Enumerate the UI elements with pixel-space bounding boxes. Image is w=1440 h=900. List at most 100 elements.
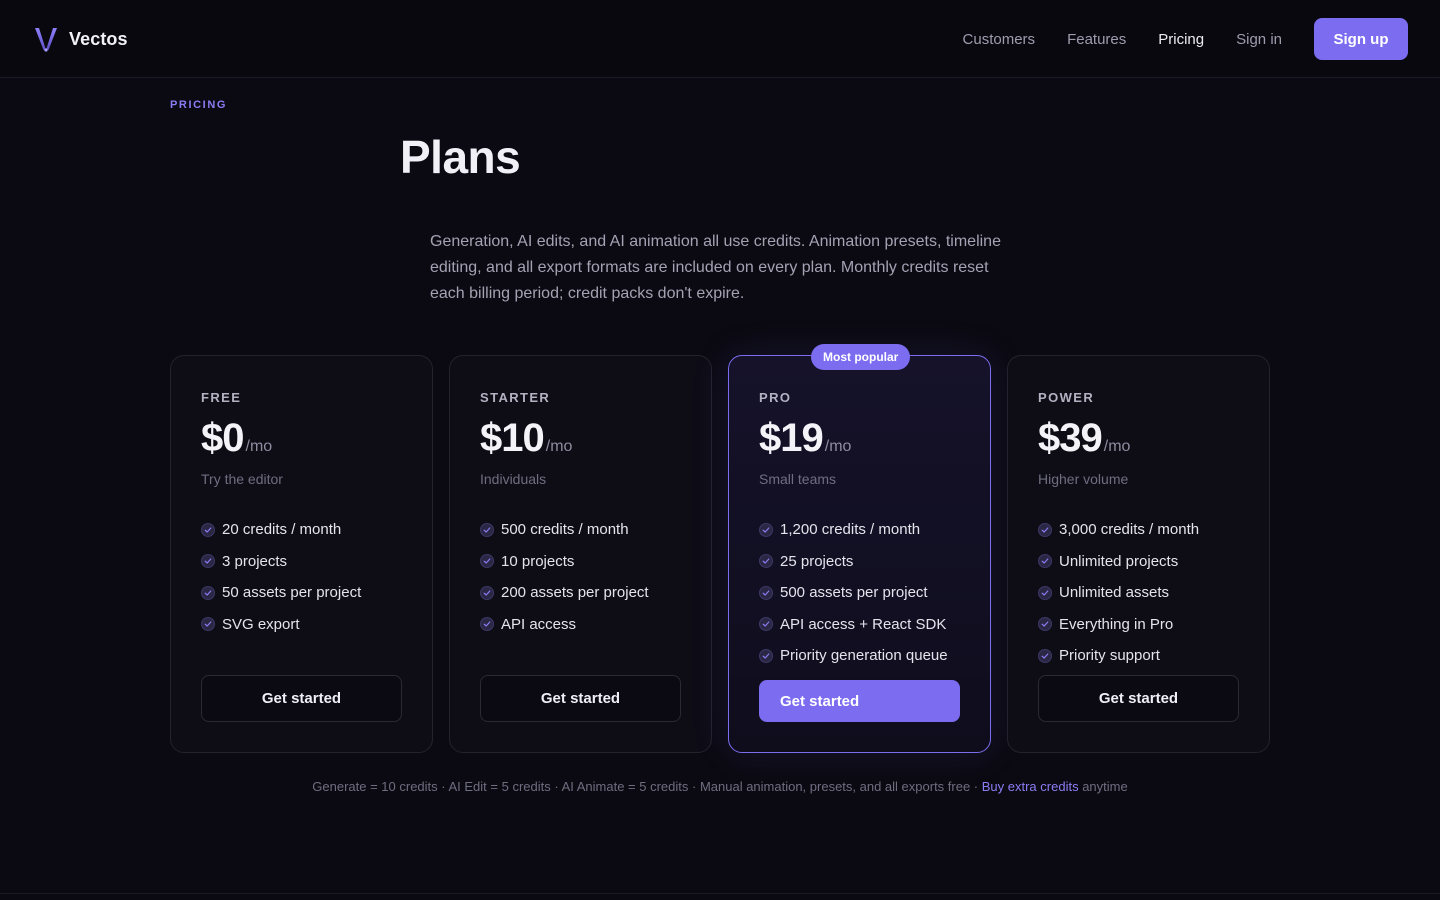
get-started-button-pro[interactable]: Get started: [759, 680, 960, 722]
plan-price-row: $10 /mo: [480, 416, 572, 461]
feature-text: Priority support: [1059, 647, 1160, 665]
plan-feature-list: 3,000 credits / month Unlimited projects…: [1038, 514, 1199, 672]
plan-period: /mo: [545, 438, 573, 455]
plan-tagline: Try the editor: [201, 471, 283, 487]
plan-name: PRO: [759, 390, 792, 405]
check-circle-icon: [1038, 648, 1052, 663]
feature-item: 500 assets per project: [759, 577, 948, 609]
plan-name: POWER: [1038, 390, 1095, 405]
feature-text: 3,000 credits / month: [1059, 521, 1200, 539]
plan-price-row: $19 /mo: [759, 416, 851, 461]
buy-extra-credits-link[interactable]: Buy extra credits: [982, 779, 1079, 794]
check-circle-icon: [759, 554, 773, 569]
plan-price-row: $39 /mo: [1038, 416, 1130, 461]
feature-item: 3 projects: [201, 546, 361, 578]
feature-item: 25 projects: [759, 546, 948, 578]
feature-text: Everything in Pro: [1059, 615, 1174, 633]
nav-link-customers[interactable]: Customers: [963, 31, 1036, 48]
feature-text: API access + React SDK: [780, 615, 947, 633]
check-circle-icon: [201, 522, 215, 537]
plan-card-pro: Most popular PRO $19 /mo Small teams 1,2…: [728, 344, 991, 753]
check-circle-icon: [759, 585, 773, 600]
feature-text: 10 projects: [501, 552, 575, 570]
feature-text: Unlimited assets: [1059, 584, 1170, 602]
main-nav: Customers Features Pricing Sign in Sign …: [963, 18, 1408, 60]
footer-divider: [0, 893, 1440, 894]
plan-tagline: Higher volume: [1038, 471, 1129, 487]
check-circle-icon: [480, 522, 494, 537]
get-started-button-free[interactable]: Get started: [201, 675, 402, 722]
plan-feature-list: 500 credits / month 10 projects 200 asse…: [480, 514, 649, 640]
plan-tagline: Small teams: [759, 471, 837, 487]
check-circle-icon: [201, 554, 215, 569]
plan-price: $39: [1038, 416, 1103, 460]
plan-period: /mo: [824, 438, 852, 455]
plan-name: STARTER: [480, 390, 551, 405]
check-circle-icon: [759, 522, 773, 537]
nav-link-features[interactable]: Features: [1067, 31, 1126, 48]
check-circle-icon: [201, 585, 215, 600]
feature-item: 200 assets per project: [480, 577, 649, 609]
feature-item: 1,200 credits / month: [759, 514, 948, 546]
feature-text: 500 assets per project: [780, 584, 928, 602]
check-circle-icon: [1038, 554, 1052, 569]
feature-text: Priority generation queue: [780, 647, 948, 665]
check-circle-icon: [1038, 617, 1052, 632]
feature-item: 500 credits / month: [480, 514, 649, 546]
check-circle-icon: [201, 617, 215, 632]
feature-text: 1,200 credits / month: [780, 521, 921, 539]
credits-footnote-text: Generate = 10 credits · AI Edit = 5 cred…: [312, 779, 982, 794]
credits-footnote-suffix: anytime: [1078, 779, 1128, 794]
check-circle-icon: [1038, 522, 1052, 537]
feature-item: SVG export: [201, 609, 361, 641]
check-circle-icon: [480, 585, 494, 600]
sign-up-button[interactable]: Sign up: [1314, 18, 1408, 60]
plan-name: FREE: [201, 390, 242, 405]
feature-text: 50 assets per project: [222, 584, 362, 602]
nav-link-sign-in[interactable]: Sign in: [1236, 31, 1282, 48]
feature-item: Everything in Pro: [1038, 609, 1199, 641]
brand[interactable]: Vectos: [33, 24, 128, 54]
plan-period: /mo: [1103, 438, 1131, 455]
pricing-intro: Generation, AI edits, and AI animation a…: [430, 233, 1001, 302]
feature-item: 50 assets per project: [201, 577, 361, 609]
feature-item: 10 projects: [480, 546, 649, 578]
top-navigation-bar: Vectos Customers Features Pricing Sign i…: [0, 0, 1440, 78]
credits-footnote: Generate = 10 credits · AI Edit = 5 cred…: [0, 779, 1440, 794]
plan-price: $0: [201, 416, 244, 460]
feature-item: API access: [480, 609, 649, 641]
feature-text: 500 credits / month: [501, 521, 629, 539]
feature-text: 200 assets per project: [501, 584, 649, 602]
feature-text: 25 projects: [780, 552, 854, 570]
feature-item: Unlimited assets: [1038, 577, 1199, 609]
plan-card-starter: STARTER $10 /mo Individuals 500 credits …: [449, 355, 712, 753]
plan-price: $10: [480, 416, 545, 460]
feature-text: API access: [501, 615, 577, 633]
plan-period: /mo: [245, 438, 273, 455]
most-popular-badge: Most popular: [811, 344, 911, 370]
feature-item: Priority support: [1038, 640, 1199, 672]
plan-price: $19: [759, 416, 824, 460]
vectos-logo-icon: [35, 28, 57, 52]
feature-item: 3,000 credits / month: [1038, 514, 1199, 546]
feature-text: Unlimited projects: [1059, 552, 1179, 570]
feature-item: Priority generation queue: [759, 640, 948, 672]
get-started-button-starter[interactable]: Get started: [480, 675, 681, 722]
plan-tagline: Individuals: [480, 471, 547, 487]
plan-price-row: $0 /mo: [201, 416, 272, 461]
feature-text: 3 projects: [222, 552, 288, 570]
feature-item: Unlimited projects: [1038, 546, 1199, 578]
check-circle-icon: [759, 617, 773, 632]
get-started-button-power[interactable]: Get started: [1038, 675, 1239, 722]
page-title: Plans: [400, 131, 521, 183]
feature-text: SVG export: [222, 615, 300, 633]
brand-name: Vectos: [69, 28, 128, 49]
feature-item: 20 credits / month: [201, 514, 361, 546]
plan-card-free: FREE $0 /mo Try the editor 20 credits / …: [170, 355, 433, 753]
feature-item: API access + React SDK: [759, 609, 948, 641]
nav-link-pricing[interactable]: Pricing: [1158, 31, 1204, 48]
feature-text: 20 credits / month: [222, 521, 342, 539]
check-circle-icon: [480, 554, 494, 569]
plan-feature-list: 20 credits / month 3 projects 50 assets …: [201, 514, 361, 640]
check-circle-icon: [1038, 585, 1052, 600]
